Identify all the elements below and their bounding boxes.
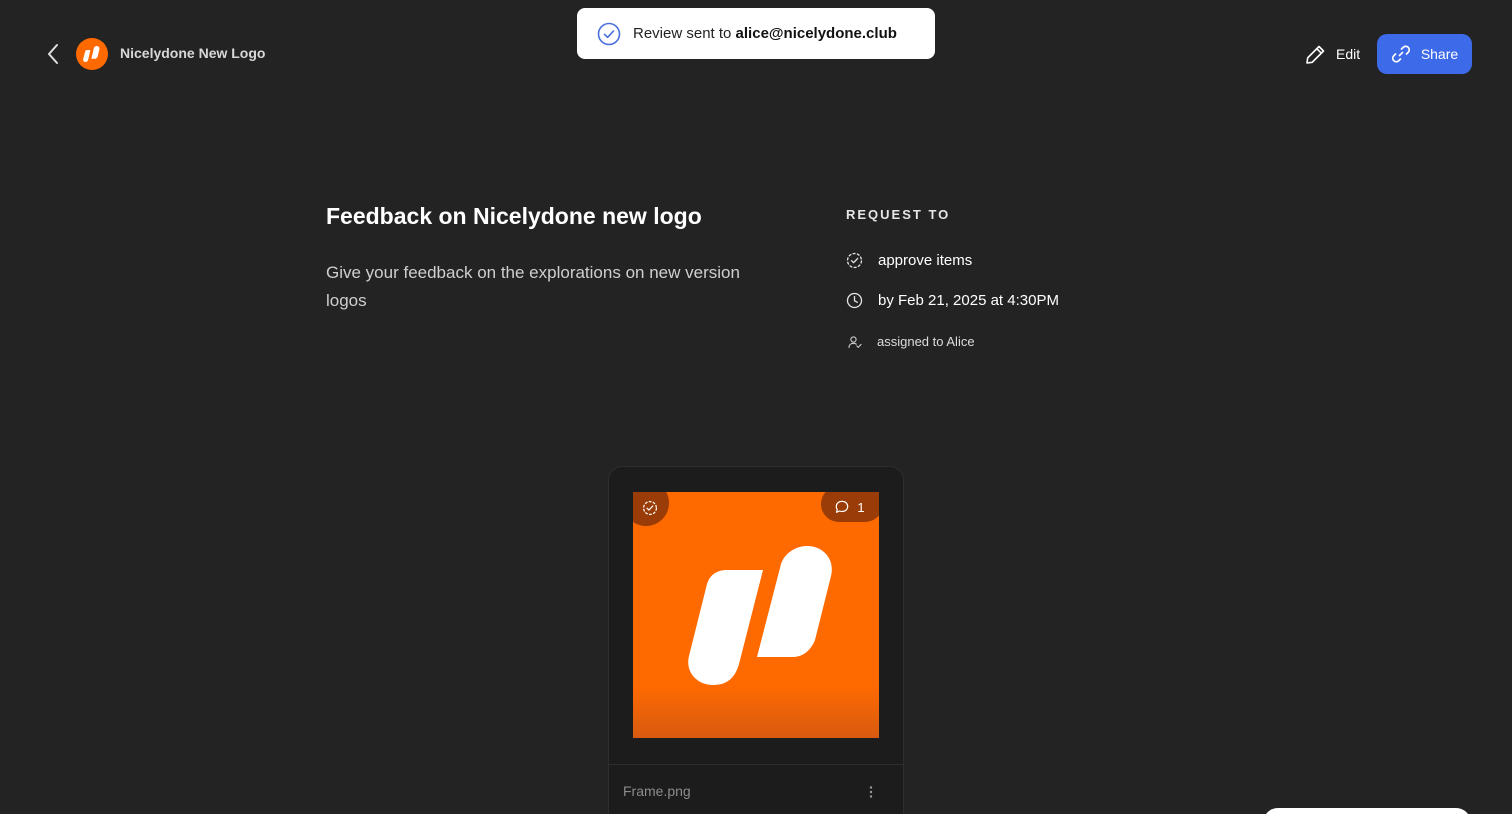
review-page: Nicelydone New Logo Review sent to alice… [0,0,1512,814]
file-card-footer: Frame.png [609,764,903,814]
link-icon [1391,45,1410,63]
project-title: Nicelydone New Logo [120,45,266,61]
comment-count-badge[interactable]: 1 [821,492,879,522]
user-check-icon [846,333,863,350]
toast-message: Review sent to alice@nicelydone.club [633,25,897,42]
comment-count: 1 [857,499,865,515]
file-more-button[interactable] [865,783,877,801]
back-button[interactable] [40,40,66,68]
edit-label: Edit [1336,46,1361,62]
kebab-icon [869,786,873,798]
file-card[interactable]: 1 Frame.png [608,466,904,814]
floating-action-pill[interactable] [1263,808,1471,814]
request-due-row: by Feb 21, 2025 at 4:30PM [846,292,1059,309]
nicelydone-logo-preview [688,546,832,685]
request-action-row: approve items [846,252,972,269]
edit-button[interactable]: Edit [1300,38,1366,70]
badge-check-icon [642,500,658,516]
comment-icon [836,500,849,513]
check-circle-icon [597,22,621,45]
project-logo [76,38,108,70]
request-due-date: by Feb 21, 2025 at 4:30PM [878,292,1059,309]
chevron-left-icon [48,44,58,64]
nicelydone-logo-icon [83,46,100,62]
share-button[interactable]: Share [1377,34,1472,74]
file-name: Frame.png [623,783,691,799]
review-title: Feedback on Nicelydone new logo [326,203,702,229]
request-action: approve items [878,252,973,269]
toast-prefix: Review sent to [633,25,736,42]
request-assignee: assigned to Alice [877,334,975,349]
badge-check-icon [846,252,863,269]
share-label: Share [1420,46,1459,62]
pencil-icon [1306,45,1325,64]
clock-icon [846,292,863,309]
request-assignee-row: assigned to Alice [846,333,975,350]
file-thumbnail[interactable]: 1 [633,492,879,738]
review-sent-toast: Review sent to alice@nicelydone.club [577,8,935,59]
request-to-heading: REQUEST TO [846,207,951,222]
review-description: Give your feedback on the explorations o… [326,263,740,310]
toast-email: alice@nicelydone.club [735,25,897,42]
